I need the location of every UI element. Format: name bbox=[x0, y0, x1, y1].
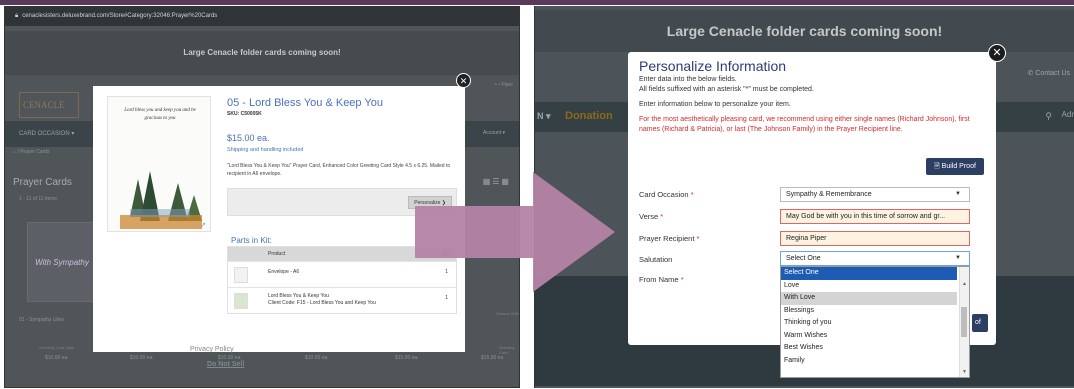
card-occasion-select[interactable]: Sympathy & Remembrance ▼ bbox=[780, 187, 970, 202]
build-proof-button[interactable]: 🗎︎ Build Proof bbox=[926, 158, 984, 175]
row-product-name: Envelope - A6 bbox=[268, 269, 300, 275]
expand-icon[interactable]: ↗ bbox=[200, 221, 206, 229]
card-thumbnail bbox=[234, 293, 248, 309]
logo[interactable]: CENACLE bbox=[19, 92, 79, 118]
do-not-sell-link[interactable]: Do Not Sell bbox=[207, 361, 244, 368]
card-image[interactable]: Lord bless you and keep you and be graci… bbox=[107, 96, 211, 232]
scroll-down-icon[interactable]: ▼ bbox=[962, 369, 967, 375]
row-qty: 1 bbox=[445, 295, 448, 301]
page-title: Prayer Cards bbox=[13, 177, 72, 188]
privacy-link[interactable]: Privacy Policy bbox=[190, 346, 234, 353]
option-family[interactable]: Family bbox=[781, 355, 957, 368]
modal-required-note: All fields suffixed with an asterisk "*"… bbox=[639, 86, 814, 93]
option-select-one[interactable]: Select One bbox=[781, 267, 957, 280]
search-icon[interactable]: ⚲ bbox=[1045, 111, 1052, 122]
option-best-wishes[interactable]: Best Wishes bbox=[781, 342, 957, 355]
envelope-thumbnail bbox=[234, 267, 248, 283]
product-sku: SKU: C50005K bbox=[227, 111, 262, 117]
col-product: Product bbox=[268, 251, 286, 257]
product-name[interactable]: 01 - Sympathy Lilies bbox=[19, 317, 64, 323]
product-price: $10.00 ea. bbox=[130, 355, 154, 361]
dropdown-scrollbar[interactable]: ▲ ▼ bbox=[959, 267, 969, 377]
lock-icon: 🔒︎ bbox=[15, 13, 19, 19]
arrow-graphic bbox=[415, 172, 615, 292]
announcement-banner: Large Cenacle folder cards coming soon! bbox=[5, 31, 519, 75]
top-accent-strip bbox=[0, 0, 1074, 5]
product-price: $10.00 ea. bbox=[305, 355, 329, 361]
nav-donation[interactable]: Donation bbox=[565, 110, 613, 122]
breadcrumb[interactable]: ⌂ / Prayer Cards bbox=[13, 149, 50, 155]
scrollbar-thumb[interactable] bbox=[961, 307, 967, 337]
document-icon: 🗎︎ bbox=[934, 163, 940, 170]
product-price: $15.00 ea. bbox=[227, 133, 270, 143]
chevron-down-icon: ▼ bbox=[955, 191, 961, 197]
product-style: Greeting Card Style bbox=[39, 345, 75, 350]
url-bar[interactable]: 🔒︎ cenaclesisters.deluxebrand.com/Store#C… bbox=[5, 7, 519, 26]
row-product-name: Lord Bless You & Keep You Client Code: F1… bbox=[268, 293, 376, 306]
nav-item-address[interactable]: Adr bbox=[1062, 110, 1074, 119]
salutation-select[interactable]: Select One ▼ bbox=[780, 251, 970, 266]
verse-select[interactable]: May God be with you in this time of sorr… bbox=[780, 209, 970, 224]
parts-heading: Parts in Kit: bbox=[231, 236, 272, 245]
modal-enter-info: Enter information below to personalize y… bbox=[639, 101, 791, 108]
card-illustration bbox=[120, 171, 202, 229]
product-price: $15.00 ea bbox=[481, 355, 504, 361]
contact-link[interactable]: ✆ Contact Us bbox=[1028, 69, 1070, 77]
scroll-up-icon[interactable]: ▲ bbox=[962, 281, 967, 287]
build-proof-button-partial[interactable]: of bbox=[972, 314, 988, 332]
chevron-down-icon: ▼ bbox=[955, 255, 961, 261]
label-verse: Verse * bbox=[639, 212, 664, 221]
close-icon[interactable]: ✕ bbox=[988, 44, 1006, 62]
modal-title: Personalize Information bbox=[639, 58, 787, 74]
label-salutation: Salutation bbox=[639, 255, 673, 264]
label-from-name: From Name * bbox=[639, 275, 684, 284]
nav-account[interactable]: Account ▾ bbox=[483, 130, 505, 136]
option-warm-wishes[interactable]: Warm Wishes bbox=[781, 330, 957, 343]
home-icon: ⌂ bbox=[13, 149, 17, 155]
option-with-love[interactable]: With Love bbox=[781, 292, 957, 305]
product-thumbnail[interactable]: With Sympathy bbox=[27, 222, 97, 302]
label-prayer-recipient: Prayer Recipient * bbox=[639, 234, 700, 243]
option-thinking-of-you[interactable]: Thinking of you bbox=[781, 317, 957, 330]
salutation-dropdown-list[interactable]: Select One Love With Love Blessings Thin… bbox=[780, 266, 970, 378]
product-detail-modal: Lord bless you and keep you and be graci… bbox=[93, 86, 465, 352]
shipping-note: Shipping and handling included bbox=[227, 147, 304, 153]
modal-instructions: Enter data into the below fields. bbox=[639, 76, 737, 83]
product-price: $10.00 ea. bbox=[45, 355, 69, 361]
option-blessings[interactable]: Blessings bbox=[781, 305, 957, 318]
header-links[interactable]: • • Piper bbox=[495, 82, 513, 88]
side-product-label: Season With bbox=[496, 311, 519, 316]
prayer-recipient-input[interactable]: Regina Piper bbox=[780, 231, 970, 246]
modal-recommendation: For the most aesthetically pleasing card… bbox=[639, 116, 970, 133]
url-text: cenaclesisters.deluxebrand.com/Store#Cat… bbox=[22, 13, 218, 19]
item-count: 1 - 11 of 11 items bbox=[19, 196, 57, 202]
product-style: Greeting Card bbox=[499, 345, 515, 355]
product-title: 05 - Lord Bless You & Keep You bbox=[227, 97, 383, 109]
nav-card-occasion[interactable]: CARD OCCASION ▾ bbox=[19, 130, 74, 137]
option-love[interactable]: Love bbox=[781, 280, 957, 293]
label-card-occasion: Card Occasion * bbox=[639, 190, 694, 199]
close-icon[interactable]: ✕ bbox=[456, 73, 471, 88]
phone-icon: ✆ bbox=[1027, 70, 1034, 77]
nav-item[interactable]: N ▾ bbox=[537, 111, 551, 122]
product-price: $15.00 ea. bbox=[395, 355, 419, 361]
